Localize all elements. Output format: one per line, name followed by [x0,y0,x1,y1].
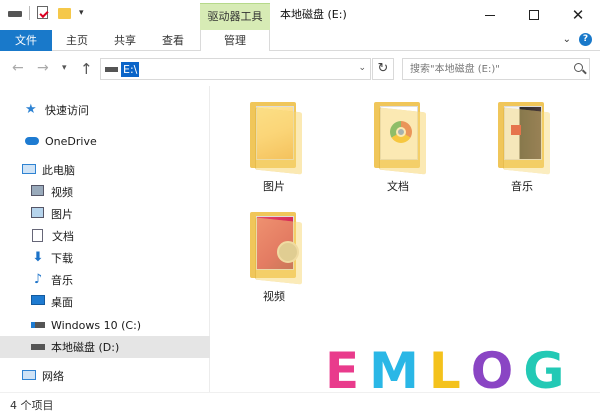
toolbar-separator [29,6,30,20]
quick-access-toolbar: ▾ [8,6,84,20]
up-arrow-icon[interactable]: ↑ [80,60,93,78]
navigation-pane: ★ 快速访问 OneDrive 此电脑 视频 图片 文档 ⬇ 下载 ♪ 音乐 桌… [0,86,210,392]
address-row: ← → ▾ ↑ E:\ ⌄ ↻ [0,52,600,86]
nav-onedrive[interactable]: OneDrive [0,130,210,152]
nav-item-videos[interactable]: 视频 [0,181,210,203]
new-folder-icon[interactable] [58,6,72,20]
nav-item-desktop[interactable]: 桌面 [0,291,210,313]
nav-label: Windows 10 (C:) [51,318,142,332]
search-input[interactable] [403,59,563,79]
documents-folder-icon [366,100,430,175]
address-path[interactable]: E:\ [121,62,140,77]
music-icon: ♪ [33,272,43,287]
folder-label: 文档 [387,180,409,193]
drive-icon [31,340,45,354]
title-bar: ▾ 驱动器工具 本地磁盘 (E:) ✕ [0,0,600,30]
nav-item-local-disk-d[interactable]: 本地磁盘 (D:) [0,336,210,358]
properties-icon[interactable] [37,6,51,20]
nav-label: 下载 [51,252,73,265]
watermark-letter: O [470,342,514,400]
window-controls: ✕ [468,0,600,30]
pictures-icon [31,207,45,221]
minimize-button[interactable] [468,0,512,30]
nav-label: 本地磁盘 (D:) [51,341,120,354]
music-folder-icon [490,100,554,175]
back-arrow-icon[interactable]: ← [12,60,24,76]
nav-label: 桌面 [51,296,73,309]
drive-icon[interactable] [8,6,22,20]
item-count: 4 个项目 [10,399,54,412]
star-icon: ★ [25,102,37,117]
nav-label: 音乐 [51,274,73,287]
video-icon [31,185,45,199]
nav-label: 图片 [51,208,73,221]
address-bar[interactable]: E:\ ⌄ [100,58,371,80]
customize-toolbar-dropdown-icon[interactable]: ▾ [79,8,84,18]
search-box[interactable] [402,58,590,80]
folder-item-pictures[interactable]: 图片 [229,100,319,194]
computer-icon [22,163,36,177]
nav-item-downloads[interactable]: ⬇ 下载 [0,247,210,269]
help-icon[interactable]: ? [579,33,592,46]
folder-item-music[interactable]: 音乐 [477,100,567,194]
recent-locations-dropdown-icon[interactable]: ▾ [62,63,67,73]
pictures-folder-icon [242,100,306,175]
nav-label: 文档 [52,230,74,243]
address-dropdown-icon[interactable]: ⌄ [358,63,366,73]
tab-manage[interactable]: 管理 [200,30,270,51]
nav-label: 视频 [51,186,73,199]
nav-label: 此电脑 [42,164,75,177]
tab-share[interactable]: 共享 [105,30,145,51]
documents-icon [32,229,46,243]
minimize-icon [485,14,495,16]
search-icon[interactable] [574,63,583,72]
drive-icon [105,67,118,72]
folder-label: 图片 [263,180,285,193]
desktop-icon [31,295,45,309]
refresh-icon: ↻ [377,61,389,76]
ribbon-right-controls: ⌄ ? [563,33,592,46]
videos-folder-icon [242,210,306,285]
folder-label: 视频 [263,290,285,303]
forward-arrow-icon[interactable]: → [37,60,49,76]
emlog-watermark-logo: E M L O G [325,346,564,396]
tab-home[interactable]: 主页 [57,30,97,51]
maximize-button[interactable] [512,0,556,30]
network-icon [22,369,36,383]
nav-item-documents[interactable]: 文档 [0,225,210,247]
window-title: 本地磁盘 (E:) [280,8,347,21]
maximize-icon [529,10,539,20]
close-button[interactable]: ✕ [556,0,600,30]
refresh-button[interactable]: ↻ [372,58,394,80]
watermark-letter: M [369,342,419,400]
nav-this-pc[interactable]: 此电脑 [0,159,210,181]
nav-label: 网络 [42,370,64,383]
nav-quick-access[interactable]: ★ 快速访问 [0,99,210,121]
tab-view[interactable]: 查看 [153,30,193,51]
nav-item-music[interactable]: ♪ 音乐 [0,269,210,291]
windows-drive-icon [31,318,45,332]
watermark-letter: L [428,342,461,400]
nav-item-pictures[interactable]: 图片 [0,203,210,225]
onedrive-cloud-icon [25,134,39,148]
tab-file[interactable]: 文件 [0,30,52,51]
ribbon-tabs: 文件 主页 共享 查看 管理 ⌄ ? [0,30,600,51]
drive-tools-tab-header: 驱动器工具 [200,3,270,30]
watermark-letter: G [523,342,565,400]
nav-label: OneDrive [45,134,97,148]
expand-ribbon-chevron-icon[interactable]: ⌄ [563,34,571,45]
folder-item-documents[interactable]: 文档 [353,100,443,194]
download-icon: ⬇ [32,250,44,265]
close-icon: ✕ [571,5,585,24]
folder-item-videos[interactable]: 视频 [229,210,319,304]
nav-item-windows-c[interactable]: Windows 10 (C:) [0,314,210,336]
status-bar: 4 个项目 [0,392,600,414]
nav-label: 快速访问 [45,104,89,117]
folder-label: 音乐 [511,180,533,193]
watermark-letter: E [325,342,360,400]
nav-network[interactable]: 网络 [0,365,210,387]
